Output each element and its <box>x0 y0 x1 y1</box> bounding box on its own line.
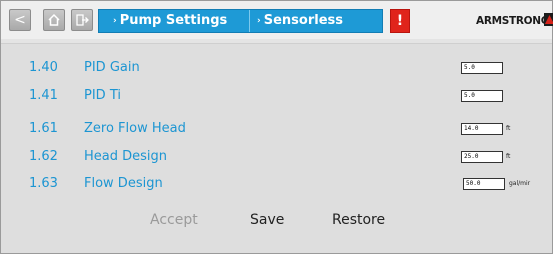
exit-icon <box>76 14 89 26</box>
pid-gain-input[interactable]: 5.0 <box>461 62 503 74</box>
param-row-1-63: 1.63 Flow Design 50.0 gal/mir <box>1 173 552 195</box>
param-label: PID Gain <box>84 60 140 75</box>
param-row-1-40: 1.40 PID Gain 5.0 <box>1 57 552 79</box>
back-button[interactable]: < <box>9 9 31 31</box>
accept-button[interactable]: Accept <box>150 211 198 229</box>
flow-design-input[interactable]: 50.0 <box>463 178 505 190</box>
header-divider <box>1 39 552 44</box>
param-unit: ft <box>506 153 511 160</box>
param-number: 1.62 <box>29 149 58 164</box>
param-row-1-61: 1.61 Zero Flow Head 14.0 ft <box>1 118 552 140</box>
brand-logo-mark <box>544 13 553 26</box>
param-label: PID Ti <box>84 88 121 103</box>
breadcrumb-divider <box>249 10 250 32</box>
breadcrumb: › Pump Settings › Sensorless <box>98 9 383 33</box>
restore-button[interactable]: Restore <box>332 211 385 229</box>
param-label: Zero Flow Head <box>84 121 186 136</box>
alert-icon: ! <box>396 13 404 29</box>
home-button[interactable] <box>43 9 65 31</box>
breadcrumb-item-pump-settings[interactable]: › Pump Settings <box>113 10 227 32</box>
chevron-right-icon: › <box>113 16 117 26</box>
param-row-1-62: 1.62 Head Design 25.0 ft <box>1 146 552 168</box>
param-unit: gal/mir <box>509 180 531 187</box>
param-label: Head Design <box>84 149 168 164</box>
param-number: 1.61 <box>29 121 58 136</box>
pid-ti-input[interactable]: 5.0 <box>461 90 503 102</box>
chevron-right-icon: › <box>257 16 261 26</box>
param-number: 1.41 <box>29 88 58 103</box>
main-panel: < › Pump Settings › Sensorless ! ARMSTRO… <box>0 0 553 254</box>
param-unit: ft <box>506 125 511 132</box>
param-number: 1.63 <box>29 176 58 191</box>
param-row-1-41: 1.41 PID Ti 5.0 <box>1 85 552 107</box>
home-icon <box>48 13 60 26</box>
back-icon: < <box>14 12 26 28</box>
head-design-input[interactable]: 25.0 <box>461 151 503 163</box>
alert-button[interactable]: ! <box>390 9 410 33</box>
breadcrumb-item-sensorless[interactable]: › Sensorless <box>257 10 343 32</box>
brand-logo: ARMSTRONG <box>476 15 550 27</box>
exit-button[interactable] <box>71 9 93 31</box>
top-bar: < › Pump Settings › Sensorless ! ARMSTRO… <box>1 1 553 39</box>
save-button[interactable]: Save <box>250 211 284 229</box>
param-number: 1.40 <box>29 60 58 75</box>
param-label: Flow Design <box>84 176 163 191</box>
zero-flow-head-input[interactable]: 14.0 <box>461 123 503 135</box>
